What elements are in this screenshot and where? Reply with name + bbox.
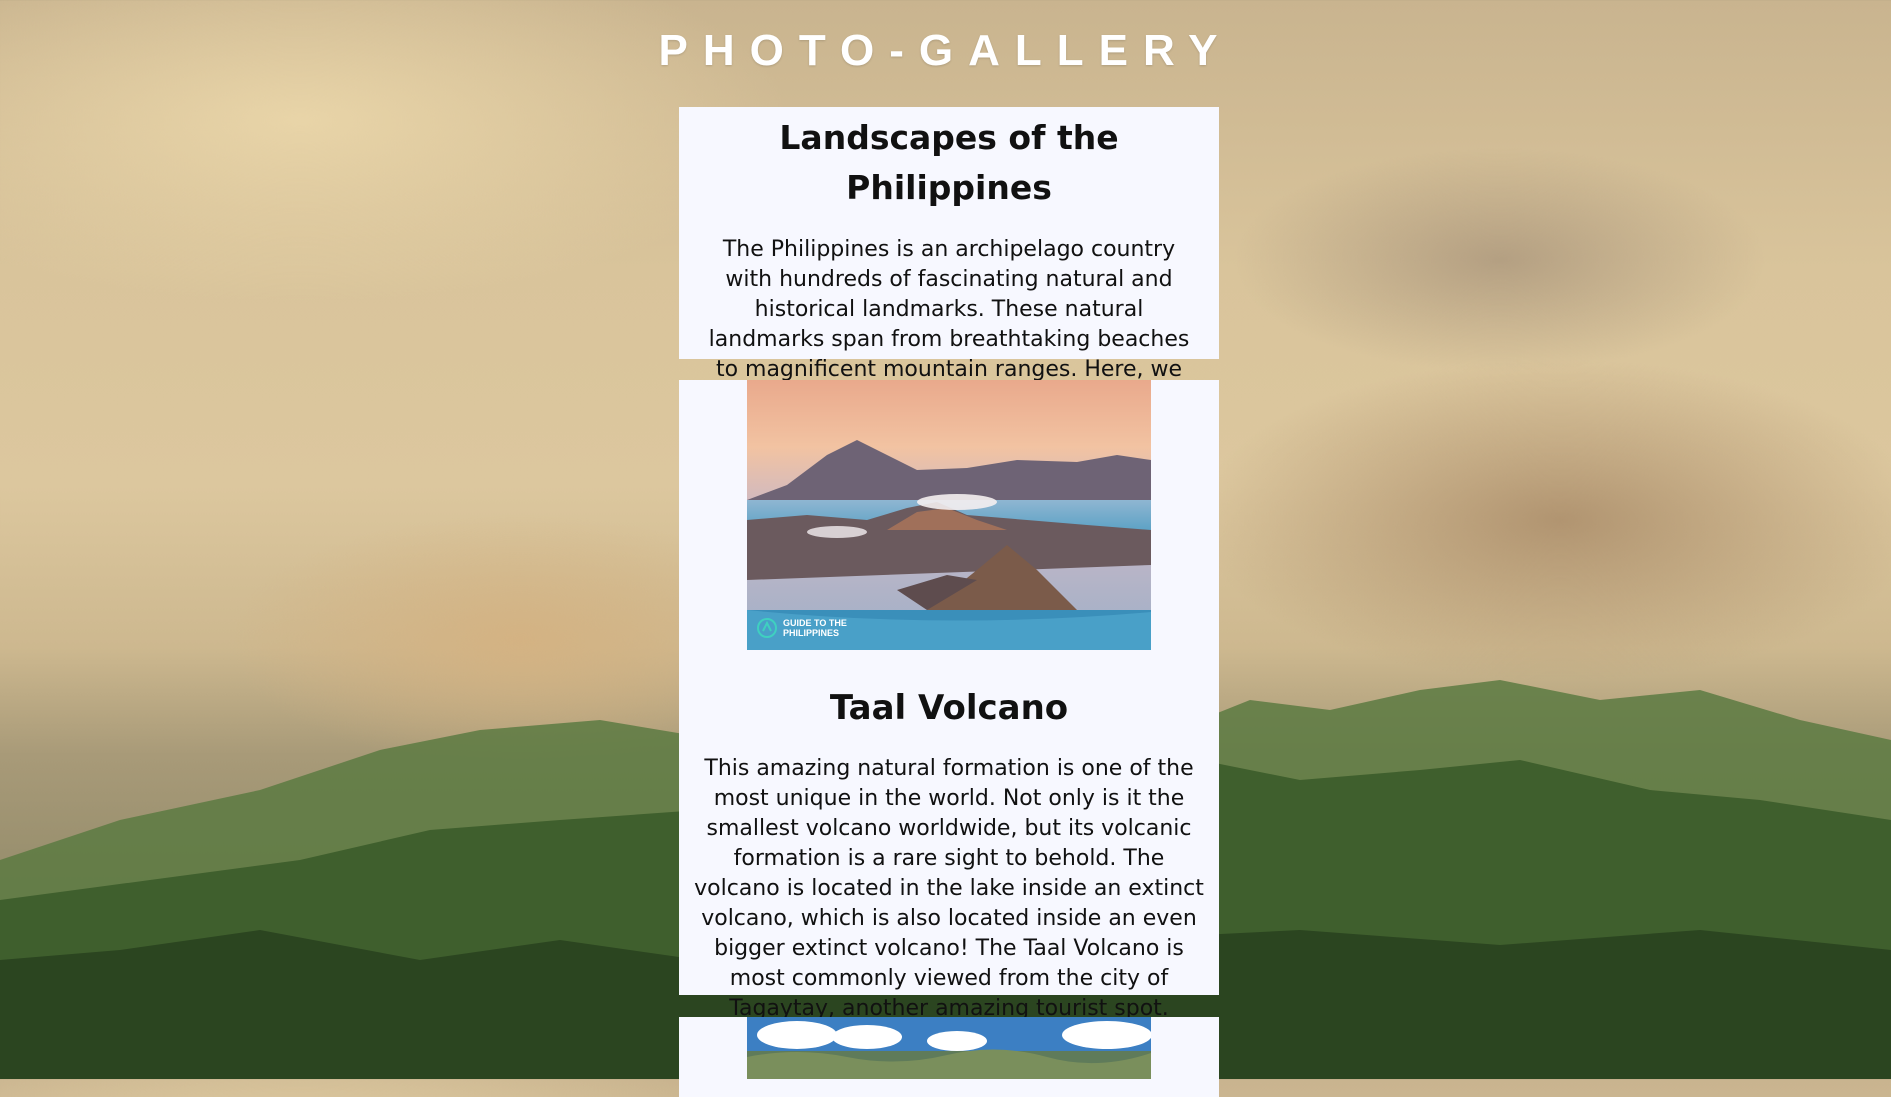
gallery-card-next — [679, 1017, 1219, 1097]
intro-card: Landscapes of the Philippines The Philip… — [679, 107, 1219, 442]
watermark: GUIDE TO THE PHILIPPINES — [757, 618, 847, 638]
intro-heading: Landscapes of the Philippines — [779, 118, 1119, 207]
gallery-card: GUIDE TO THE PHILIPPINES Taal Volcano Th… — [679, 380, 1219, 1021]
guide-logo-icon — [757, 618, 777, 638]
taal-volcano-photo: GUIDE TO THE PHILIPPINES — [747, 380, 1151, 650]
gallery-item-description: This amazing natural formation is one of… — [694, 756, 1204, 1021]
watermark-line1: GUIDE TO THE — [783, 618, 847, 628]
next-landscape-photo — [747, 1017, 1151, 1079]
watermark-line2: PHILIPPINES — [783, 628, 840, 638]
gallery-item-title: Taal Volcano — [829, 688, 1069, 728]
page-title: PHOTO-GALLERY — [658, 26, 1233, 75]
